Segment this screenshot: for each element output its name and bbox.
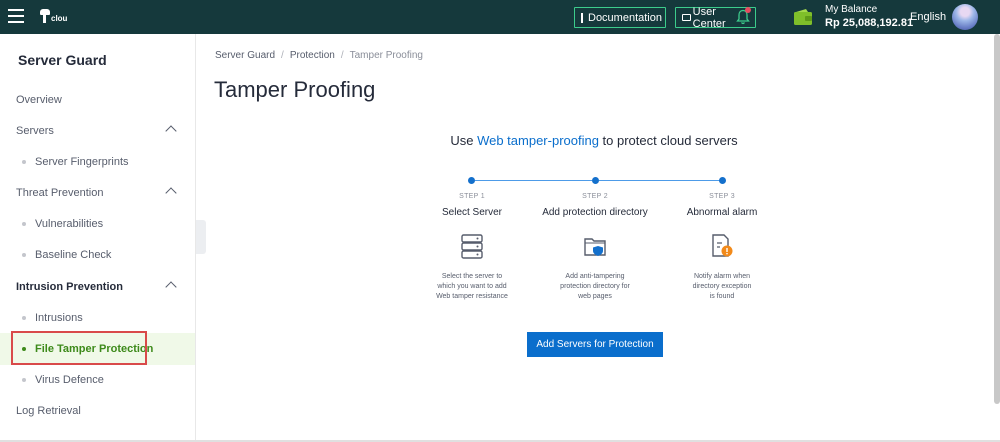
step-connector [475,180,592,181]
step-3-desc-line: is found [709,293,735,300]
sidebar-item-label: Threat Prevention [16,187,104,199]
step-3-name: Abnormal alarm [686,207,758,218]
headline-prefix: Use [450,133,478,148]
add-servers-for-protection-button[interactable]: Add Servers for Protection [527,332,663,357]
chevron-up-icon [165,187,177,199]
sidebar-item-label: Baseline Check [35,249,112,261]
balance-label: My Balance [825,4,878,15]
sidebar-item-overview[interactable]: Overview [0,84,195,116]
step-3-desc-line: directory exception [692,283,752,290]
logo-text: clou [51,14,68,23]
sidebar-item-label: Vulnerabilities [35,218,104,230]
breadcrumb-current: Tamper Proofing [349,50,423,61]
sidebar-item-label: Log Retrieval [16,405,81,417]
step-connector [599,180,720,181]
step-2-desc-line: protection directory for [560,283,630,290]
sidebar-item-label: Intrusions [35,312,83,324]
bullet-icon [22,378,26,382]
sidebar-item-label: Virus Defence [35,374,104,386]
sidebar-item-vulnerabilities[interactable]: Vulnerabilities [0,208,195,240]
step-1-name: Select Server [441,207,503,218]
step-3-desc-line: Notify alarm when [693,273,751,280]
step-3-description: Notify alarm when directory exception is… [667,272,777,302]
sidebar-item-label: Server Fingerprints [35,156,129,168]
sidebar-item-log-retrieval[interactable]: Log Retrieval [0,395,195,427]
step-3-label: STEP 3 [709,193,735,200]
chevron-up-icon [165,125,177,137]
breadcrumb-separator: / [340,50,344,61]
sidebar-item-label: Servers [16,125,54,137]
user-center-icon [682,14,691,21]
documentation-button[interactable]: Documentation [574,7,666,28]
wallet-icon[interactable] [793,8,813,26]
sidebar-item-label: Overview [16,94,62,106]
step-2-desc-line: web pages [578,293,612,300]
web-tamper-proofing-link[interactable]: Web tamper-proofing [477,133,599,148]
step-2-dot [592,177,599,184]
sidebar-item-baseline-check[interactable]: Baseline Check [0,239,195,271]
logo[interactable]: clou [40,9,67,23]
breadcrumb: Server Guard / Protection / Tamper Proof… [215,50,423,61]
breadcrumb-server-guard[interactable]: Server Guard [215,50,275,61]
sidebar-group-servers[interactable]: Servers [0,115,195,147]
intro-headline: Use Web tamper-proofing to protect cloud… [400,133,788,148]
documentation-label: Documentation [588,11,662,24]
server-icon [460,233,484,259]
sidebar-item-server-fingerprints[interactable]: Server Fingerprints [0,146,195,178]
sidebar-collapse-handle[interactable] [196,220,206,254]
step-3-dot [719,177,726,184]
chevron-up-icon [165,281,177,293]
sidebar-title: Server Guard [18,52,107,68]
menu-icon[interactable] [8,9,24,23]
sidebar-group-intrusion-prevention[interactable]: Intrusion Prevention [0,271,195,303]
headline-suffix: to protect cloud servers [598,133,738,148]
step-1-desc-line: Select the server to [441,273,503,280]
sidebar-item-intrusions[interactable]: Intrusions [0,302,195,334]
avatar[interactable] [952,4,978,30]
step-2-label: STEP 2 [582,193,608,200]
document-icon [581,12,583,23]
notification-dot [745,7,751,13]
bullet-icon [22,222,26,226]
balance-display[interactable]: My Balance Rp 25,088,192.81 [825,4,913,30]
bullet-icon [22,347,26,351]
step-1-desc-line: which you want to add [437,283,507,290]
step-1-dot [468,177,475,184]
sidebar-item-file-tamper-protection[interactable]: File Tamper Protection [0,333,195,365]
alarm-file-icon [710,233,734,259]
step-1-label: STEP 1 [459,193,485,200]
breadcrumb-separator: / [281,50,284,61]
sidebar: Server Guard Overview Servers Server Fin… [0,34,196,442]
step-1-description: Select the server to which you want to a… [417,272,527,302]
bullet-icon [22,316,26,320]
notification-bell-icon[interactable] [736,7,751,25]
bullet-icon [22,253,26,257]
sidebar-group-threat-prevention[interactable]: Threat Prevention [0,177,195,209]
page-title: Tamper Proofing [214,77,376,102]
step-2-description: Add anti-tampering protection directory … [540,272,650,302]
balance-value: Rp 25,088,192.81 [825,17,914,29]
sidebar-item-label: File Tamper Protection [35,343,154,355]
bullet-icon [22,160,26,164]
folder-shield-icon [583,233,607,259]
top-bar: clou Documentation User Center My Balanc… [0,0,1000,34]
breadcrumb-protection[interactable]: Protection [290,50,335,61]
page-scrollbar[interactable] [994,34,1000,404]
sidebar-item-virus-defence[interactable]: Virus Defence [0,364,195,396]
step-1-desc-line: Web tamper resistance [436,293,508,300]
language-selector[interactable]: English [910,11,946,23]
step-2-name: Add protection directory [542,207,648,218]
step-2-desc-line: Add anti-tampering [565,273,625,280]
sidebar-item-label: Intrusion Prevention [16,281,123,293]
logo-icon [40,9,50,23]
